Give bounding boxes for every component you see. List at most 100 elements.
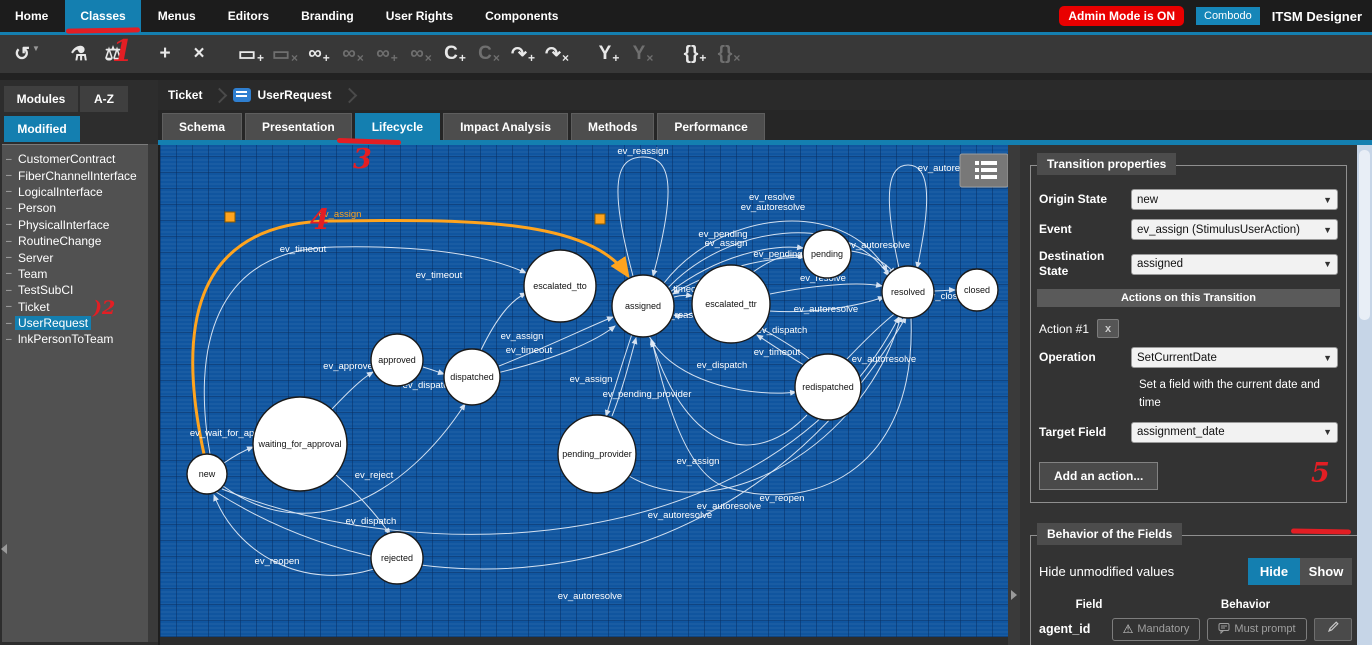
transition-edge-ev_assign[interactable]: ev_assign bbox=[193, 209, 628, 454]
tab-schema[interactable]: Schema bbox=[162, 113, 242, 140]
hide-button[interactable]: Hide bbox=[1248, 558, 1300, 585]
lifecycle-state-machine: ev_assignev_timeoutev_wait_for_approvale… bbox=[160, 145, 1008, 637]
remove-action-button[interactable]: x bbox=[1097, 319, 1119, 338]
nav-tab-editors[interactable]: Editors bbox=[213, 0, 284, 32]
tab-presentation[interactable]: Presentation bbox=[245, 113, 352, 140]
delete-field-icon: ▭× bbox=[268, 39, 302, 69]
class-item-physicalinterface[interactable]: –PhysicalInterface bbox=[6, 217, 148, 233]
tab-performance[interactable]: Performance bbox=[657, 113, 764, 140]
add-field-icon[interactable]: ▭+ bbox=[234, 39, 268, 69]
state-node-redispatched[interactable]: redispatched bbox=[795, 354, 861, 420]
add-action-button[interactable]: Add an action... bbox=[1039, 462, 1158, 490]
delete-transition-icon[interactable]: ↷× bbox=[540, 39, 574, 69]
add-class-icon[interactable]: + bbox=[148, 39, 182, 69]
lifecycle-diagram-canvas[interactable]: ev_assignev_timeoutev_wait_for_approvale… bbox=[160, 145, 1008, 637]
class-item-testsubci[interactable]: –TestSubCI bbox=[6, 282, 148, 298]
origin-state-select[interactable]: new▼ bbox=[1131, 189, 1338, 210]
transition-edge-ev_reopen[interactable]: ev_reopen bbox=[214, 495, 374, 575]
sidebar-splitter[interactable] bbox=[148, 144, 158, 642]
state-node-waiting_for_approval[interactable]: waiting_for_approval bbox=[253, 397, 347, 491]
transition-edge-ev_reopen[interactable]: ev_reopen bbox=[652, 318, 911, 504]
tab-lifecycle[interactable]: Lifecycle bbox=[355, 113, 440, 140]
state-node-pending[interactable]: pending bbox=[803, 230, 851, 278]
operation-select[interactable]: SetCurrentDate▼ bbox=[1131, 347, 1338, 368]
nav-tab-branding[interactable]: Branding bbox=[286, 0, 369, 32]
state-node-assigned[interactable]: assigned bbox=[612, 275, 674, 337]
add-link-icon[interactable]: ∞+ bbox=[302, 39, 336, 69]
compare-scales-icon[interactable]: ⚖ bbox=[96, 39, 130, 69]
transition-edge-ev_pending[interactable]: ev_pending bbox=[753, 249, 804, 272]
class-item-server[interactable]: –Server bbox=[6, 249, 148, 265]
nav-tab-home[interactable]: Home bbox=[0, 0, 63, 32]
target-field-select[interactable]: assignment_date▼ bbox=[1131, 422, 1338, 443]
transition-edge-ev_assign[interactable]: ev_assign bbox=[499, 317, 613, 366]
show-button[interactable]: Show bbox=[1300, 558, 1352, 585]
svg-text:ev_autoresolve: ev_autoresolve bbox=[558, 591, 622, 602]
sidebar-tab-az[interactable]: A-Z bbox=[80, 86, 128, 112]
class-item-fiberchannelinterface[interactable]: –FiberChannelInterface bbox=[6, 167, 148, 183]
combodo-badge[interactable]: Combodo bbox=[1196, 7, 1260, 25]
transition-edge-ev_approve[interactable]: ev_approve bbox=[323, 361, 373, 409]
must-prompt-badge[interactable]: Must prompt bbox=[1207, 618, 1307, 641]
edge-handle[interactable] bbox=[595, 214, 605, 224]
svg-text:ev_dispatch: ev_dispatch bbox=[697, 360, 748, 371]
transition-edge-ev_assign[interactable]: ev_assign bbox=[570, 338, 636, 416]
sidebar-tab-modules[interactable]: Modules bbox=[4, 86, 78, 112]
state-node-escalated_tto[interactable]: escalated_tto bbox=[524, 250, 596, 322]
mandatory-badge[interactable]: ⚠Mandatory bbox=[1112, 618, 1200, 641]
state-node-rejected[interactable]: rejected bbox=[371, 532, 423, 584]
class-item-customercontract[interactable]: –CustomerContract bbox=[6, 151, 148, 167]
svg-text:rejected: rejected bbox=[381, 553, 413, 563]
chevron-right-icon bbox=[341, 87, 357, 103]
add-transition-icon[interactable]: ↷+ bbox=[506, 39, 540, 69]
nav-tab-menus[interactable]: Menus bbox=[143, 0, 211, 32]
state-node-resolved[interactable]: resolved bbox=[882, 266, 934, 318]
undo-icon[interactable]: ↺▼ bbox=[10, 39, 44, 69]
svg-text:ev_timeout: ev_timeout bbox=[754, 347, 801, 358]
state-node-pending_provider[interactable]: pending_provider bbox=[558, 415, 636, 493]
breadcrumb-parent[interactable]: Ticket bbox=[158, 88, 212, 102]
tree-branch-icon: – bbox=[6, 203, 15, 214]
tab-impact-analysis[interactable]: Impact Analysis bbox=[443, 113, 568, 140]
destination-state-select[interactable]: assigned▼ bbox=[1131, 254, 1338, 275]
nav-tab-components[interactable]: Components bbox=[470, 0, 573, 32]
transition-edge-ev_dispatch[interactable]: ev_dispatch bbox=[649, 336, 796, 393]
add-method-icon[interactable]: {}+ bbox=[678, 39, 712, 69]
diagram-splitter[interactable] bbox=[1008, 145, 1020, 645]
tab-methods[interactable]: Methods bbox=[571, 113, 654, 140]
edge-handle[interactable] bbox=[225, 212, 235, 222]
diagram-menu-button[interactable] bbox=[960, 154, 1008, 187]
transition-edge-ev_autoresolve[interactable]: ev_autoresolve bbox=[769, 297, 884, 315]
state-node-closed[interactable]: closed bbox=[956, 269, 998, 311]
scrollbar-thumb[interactable] bbox=[1359, 150, 1370, 320]
edit-field-behavior-button[interactable] bbox=[1314, 618, 1352, 641]
behavior-rows: agent_id⚠MandatoryMust promptorg_id⚠Mand… bbox=[1039, 618, 1352, 645]
class-item-lnkpersontoteam[interactable]: –lnkPersonToTeam bbox=[6, 331, 148, 347]
test-flask-icon[interactable]: ⚗ bbox=[62, 39, 96, 69]
add-state-icon[interactable]: C+ bbox=[438, 39, 472, 69]
admin-mode-badge: Admin Mode is ON bbox=[1059, 6, 1184, 26]
state-node-dispatched[interactable]: dispatched bbox=[444, 349, 500, 405]
chevron-down-icon: ▼ bbox=[1323, 353, 1332, 363]
nav-tab-user-rights[interactable]: User Rights bbox=[371, 0, 468, 32]
state-node-escalated_ttr[interactable]: escalated_ttr bbox=[692, 265, 770, 343]
sidebar-collapse-arrow-icon[interactable] bbox=[1, 544, 7, 554]
diagram-collapse-arrow-icon[interactable] bbox=[1011, 590, 1017, 600]
class-item-userrequest[interactable]: –UserRequest bbox=[6, 315, 148, 331]
event-select[interactable]: ev_assign (StimulusUserAction)▼ bbox=[1131, 219, 1338, 240]
class-item-routinechange[interactable]: –RoutineChange bbox=[6, 233, 148, 249]
transition-edge-ev_reassign[interactable]: ev_reassign bbox=[617, 146, 668, 276]
state-node-new[interactable]: new bbox=[187, 454, 227, 494]
tree-branch-icon: – bbox=[6, 219, 15, 230]
sidebar-tab-modified[interactable]: Modified bbox=[4, 116, 80, 142]
nav-tab-classes[interactable]: Classes bbox=[65, 0, 140, 32]
class-item-team[interactable]: –Team bbox=[6, 266, 148, 282]
class-item-person[interactable]: –Person bbox=[6, 200, 148, 216]
add-stimulus-icon[interactable]: Y+ bbox=[592, 39, 626, 69]
svg-text:ev_timeout: ev_timeout bbox=[280, 244, 327, 255]
class-item-ticket[interactable]: –Ticket bbox=[6, 299, 148, 315]
delete-class-icon[interactable]: × bbox=[182, 39, 216, 69]
transition-edge-ev_pending_provider[interactable]: ev_pending_provider bbox=[603, 334, 692, 416]
class-item-logicalinterface[interactable]: –LogicalInterface bbox=[6, 184, 148, 200]
state-node-approved[interactable]: approved bbox=[371, 334, 423, 386]
